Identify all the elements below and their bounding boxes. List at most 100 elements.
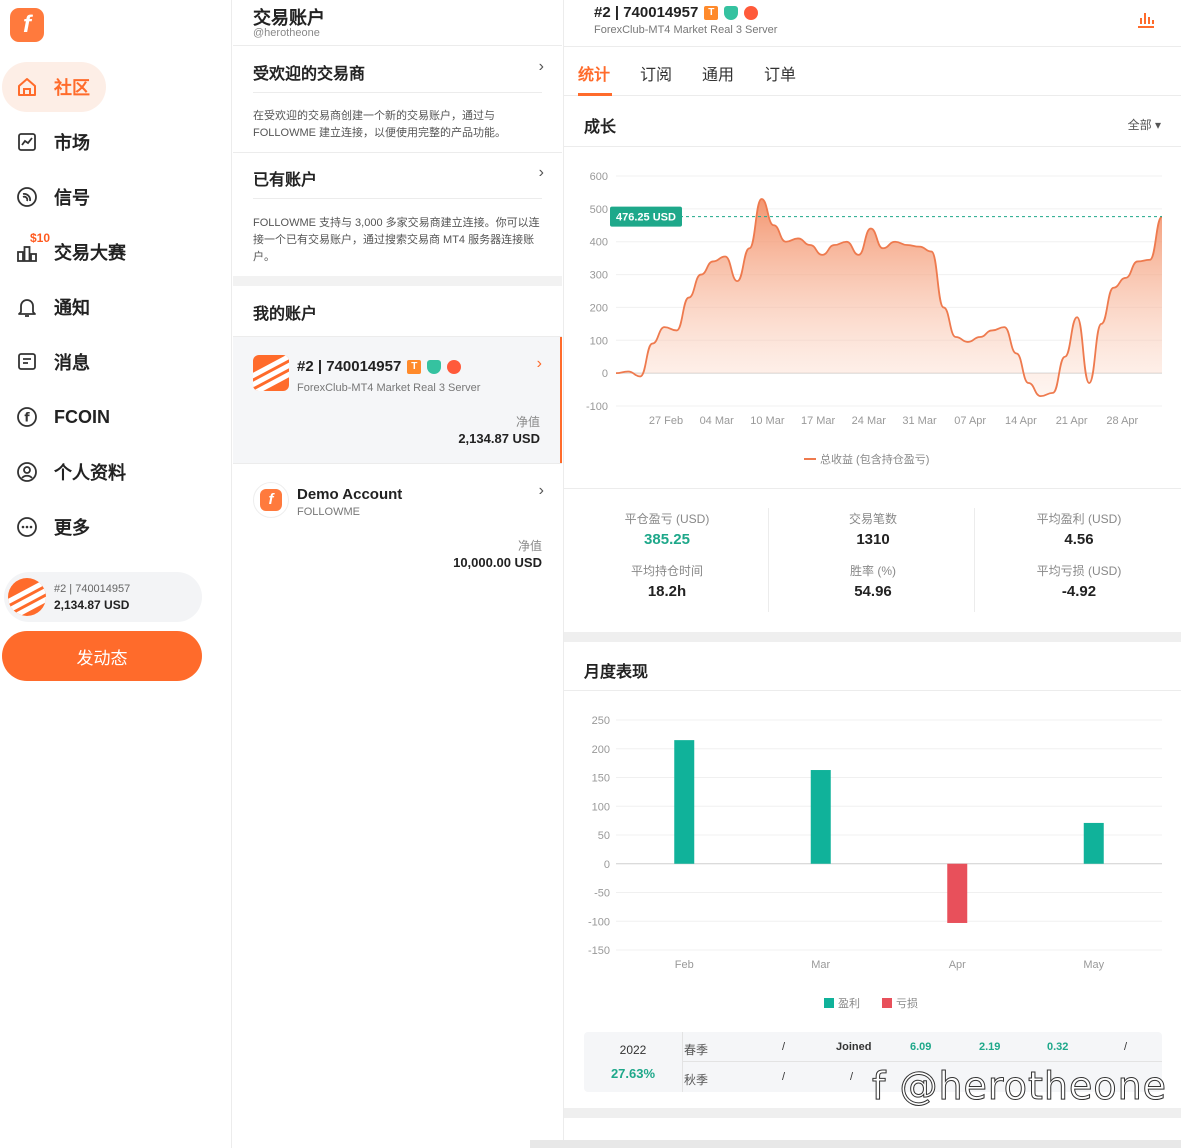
tab-general[interactable]: 通用	[702, 61, 734, 85]
stat-avg-profit: 平均盈利 (USD) 4.56	[976, 510, 1181, 548]
x-tick-label: Apr	[949, 959, 966, 971]
season-cell: 0.32	[1047, 1041, 1069, 1053]
tab-subscribe[interactable]: 订阅	[640, 61, 672, 85]
range-filter-select[interactable]: 全部 ▾	[1128, 116, 1161, 133]
x-tick-label: Feb	[675, 959, 694, 971]
verified-shield-icon	[427, 360, 442, 375]
section-gap	[564, 1108, 1181, 1118]
fcoin-icon: f	[14, 404, 40, 430]
post-button[interactable]: 发动态	[2, 631, 202, 681]
nav-contest[interactable]: $10 交易大赛	[2, 227, 206, 277]
season-cell: 2.19	[979, 1041, 1001, 1053]
bell-icon	[14, 294, 40, 320]
nav-message[interactable]: 消息	[2, 337, 206, 387]
legend-profit-swatch	[824, 998, 834, 1008]
monthly-title: 月度表现	[584, 664, 649, 681]
sidebar-account-switcher[interactable]: #2 | 740014957 2,134.87 USD	[4, 572, 202, 622]
y-tick-label: 200	[592, 744, 610, 756]
x-tick-label: Mar	[811, 959, 830, 971]
account-server: FOLLOWME	[297, 506, 360, 518]
stat-label: 交易笔数	[848, 512, 897, 526]
divider	[564, 690, 1181, 691]
section-gap	[233, 276, 562, 286]
y-tick-label: 400	[590, 237, 608, 249]
trading-accounts-panel: 交易账户 @herotheone 受欢迎的交易商 › 在受欢迎的交易商创建一个新…	[233, 0, 562, 1118]
stat-label: 平均盈利 (USD)	[1036, 512, 1122, 526]
followme-logo-icon[interactable]: f	[10, 8, 44, 42]
nav-label: 个人资料	[54, 463, 126, 483]
y-tick-label: -100	[588, 916, 610, 928]
divider	[233, 45, 562, 46]
y-tick-label: 300	[590, 270, 608, 282]
nav-community[interactable]: 社区	[2, 62, 106, 112]
x-tick-label: 28 Apr	[1106, 415, 1138, 427]
season-cell: /	[1124, 1041, 1128, 1053]
user-handle: @herotheone	[253, 27, 320, 39]
nav-signal[interactable]: 信号	[2, 172, 206, 222]
signal-icon	[14, 184, 40, 210]
account-name: #2 | 740014957	[297, 358, 402, 375]
stat-avg-hold-time: 平均持仓时间 18.2h	[564, 562, 770, 600]
x-tick-label: 14 Apr	[1005, 415, 1037, 427]
nav-market[interactable]: 市场	[2, 117, 206, 167]
monthly-bar[interactable]	[674, 740, 695, 864]
stat-value: -4.92	[1061, 583, 1097, 600]
tab-orders[interactable]: 订单	[764, 61, 796, 85]
y-tick-label: -100	[586, 401, 608, 413]
nav-fcoin[interactable]: f FCOIN	[2, 392, 206, 442]
market-chart-icon	[14, 129, 40, 155]
bar-chart-icon[interactable]	[1135, 8, 1157, 35]
season-row-label: 秋季	[684, 1073, 709, 1087]
nav-notification[interactable]: 通知	[2, 282, 206, 332]
tab-stats[interactable]: 统计	[578, 61, 610, 85]
stat-value: 54.96	[854, 583, 892, 600]
section-gap	[564, 632, 1181, 642]
stat-value: 385.25	[644, 531, 690, 548]
existing-accounts-title: 已有账户	[253, 172, 318, 189]
x-tick-label: 10 Mar	[750, 415, 785, 427]
account-card-selected[interactable]: #2 | 740014957 T ForexClub-MT4 Market Rea…	[233, 337, 562, 463]
y-tick-label: 200	[590, 302, 608, 314]
y-tick-label: 0	[604, 859, 610, 871]
divider	[233, 152, 562, 153]
stat-avg-loss: 平均亏损 (USD) -4.92	[976, 562, 1181, 600]
divider	[253, 198, 542, 199]
y-tick-label: -150	[588, 945, 610, 957]
contest-badge: $10	[30, 231, 51, 245]
account-name: Demo Account	[297, 486, 403, 503]
season-row-label: 春季	[684, 1043, 709, 1057]
svg-text:f: f	[24, 411, 30, 425]
monthly-bar[interactable]	[810, 770, 831, 864]
season-return: 27.63%	[610, 1066, 656, 1081]
sidebar-account-id: #2 | 740014957	[54, 582, 131, 595]
monthly-bar[interactable]	[1083, 822, 1104, 864]
y-tick-label: 600	[590, 171, 608, 183]
x-tick-label: 21 Apr	[1056, 415, 1088, 427]
stat-label: 平均持仓时间	[630, 564, 703, 578]
divider	[253, 92, 542, 93]
monthly-bar[interactable]	[947, 863, 968, 923]
nav-label: 通知	[54, 298, 90, 318]
account-detail-panel: #2 | 740014957 T ForexClub-MT4 Market Rea…	[563, 0, 1181, 1148]
nav-more[interactable]: 更多	[2, 502, 206, 552]
x-tick-label: 31 Mar	[902, 415, 937, 427]
followme-logo-icon: f	[253, 482, 289, 518]
season-cell: /	[850, 1071, 854, 1083]
equity-label: 净值	[517, 539, 542, 553]
nav-profile[interactable]: 个人资料	[2, 447, 206, 497]
tab-bar: 统计 订阅 通用 订单	[564, 46, 1181, 96]
growth-legend: 总收益 (包含持仓盈亏)	[804, 452, 929, 466]
account-card-demo[interactable]: f Demo Account FOLLOWME › 净值 10,000.00 U…	[233, 464, 562, 588]
t-tag-icon: T	[704, 6, 719, 21]
home-icon	[14, 74, 40, 100]
stat-closed-pnl: 平仓盈亏 (USD) 385.25	[564, 510, 770, 548]
stat-value: 4.56	[1064, 531, 1094, 548]
y-tick-label: -50	[594, 888, 610, 900]
active-tab-indicator	[578, 93, 612, 96]
popular-brokers-desc: 在受欢迎的交易商创建一个新的交易账户，通过与 FOLLOWME 建立连接，以便使…	[253, 110, 507, 139]
season-cell: 6.09	[910, 1041, 932, 1053]
stat-trade-count: 交易笔数 1310	[770, 510, 976, 548]
pk-fire-icon	[447, 360, 462, 375]
stat-value: 18.2h	[647, 583, 687, 600]
range-filter-value: 全部	[1127, 118, 1152, 132]
